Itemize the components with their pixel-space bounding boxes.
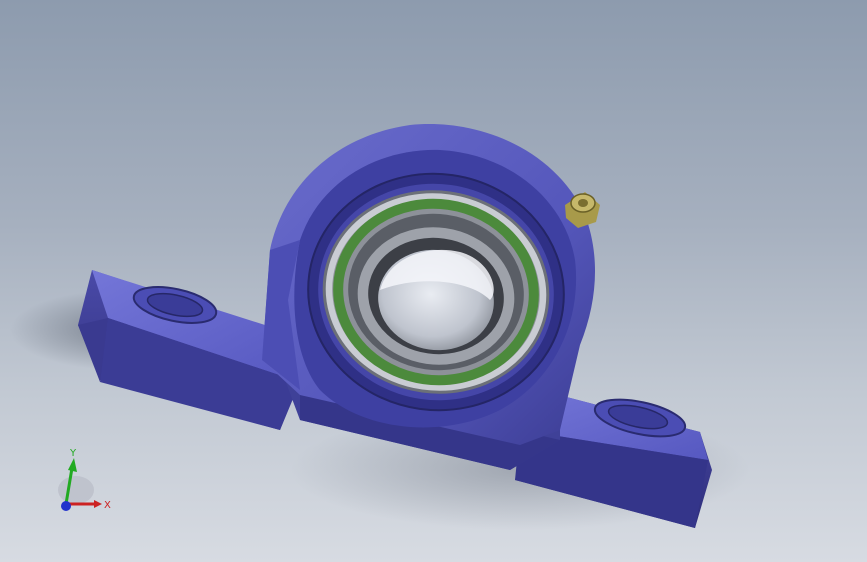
- coordinate-triad: X Y: [58, 448, 111, 511]
- graphics-viewport[interactable]: X Y: [0, 0, 867, 562]
- z-axis-icon: [61, 501, 71, 511]
- y-axis-label: Y: [69, 448, 77, 459]
- x-axis-label: X: [104, 500, 111, 511]
- bearing-model[interactable]: [0, 0, 867, 562]
